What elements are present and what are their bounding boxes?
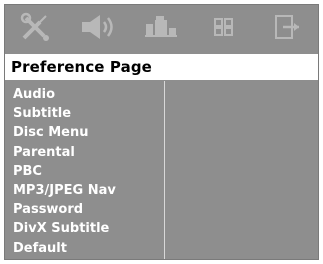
preference-icon	[214, 18, 234, 36]
page-title-bar: Preference Page	[5, 54, 318, 80]
page-title: Preference Page	[11, 58, 152, 76]
audio-setup-tab[interactable]	[77, 9, 121, 45]
menu-item-audio[interactable]: Audio	[13, 85, 116, 104]
settings-tools-icon	[21, 12, 50, 41]
setup-toolbar	[5, 5, 318, 49]
menu-item-disc-menu[interactable]: Disc Menu	[13, 123, 116, 142]
column-divider	[164, 81, 165, 259]
video-setup-tab[interactable]	[139, 9, 183, 45]
setup-menu-screen: Preference Page Audio Subtitle Disc Menu…	[4, 4, 319, 260]
menu-item-mp3-jpeg-nav[interactable]: MP3/JPEG Nav	[13, 181, 116, 200]
video-icon	[145, 16, 178, 37]
preference-menu: Audio Subtitle Disc Menu Parental PBC MP…	[13, 85, 116, 258]
preference-page-tab[interactable]	[202, 9, 246, 45]
menu-item-password[interactable]: Password	[13, 200, 116, 219]
menu-item-default[interactable]: Default	[13, 239, 116, 258]
general-setup-tab[interactable]	[14, 9, 58, 45]
exit-tab[interactable]	[265, 9, 309, 45]
exit-icon	[274, 15, 299, 39]
speaker-icon	[81, 15, 113, 39]
menu-item-subtitle[interactable]: Subtitle	[13, 104, 116, 123]
menu-item-divx-subtitle[interactable]: DivX Subtitle	[13, 219, 116, 238]
menu-item-parental[interactable]: Parental	[13, 143, 116, 162]
menu-item-pbc[interactable]: PBC	[13, 162, 116, 181]
